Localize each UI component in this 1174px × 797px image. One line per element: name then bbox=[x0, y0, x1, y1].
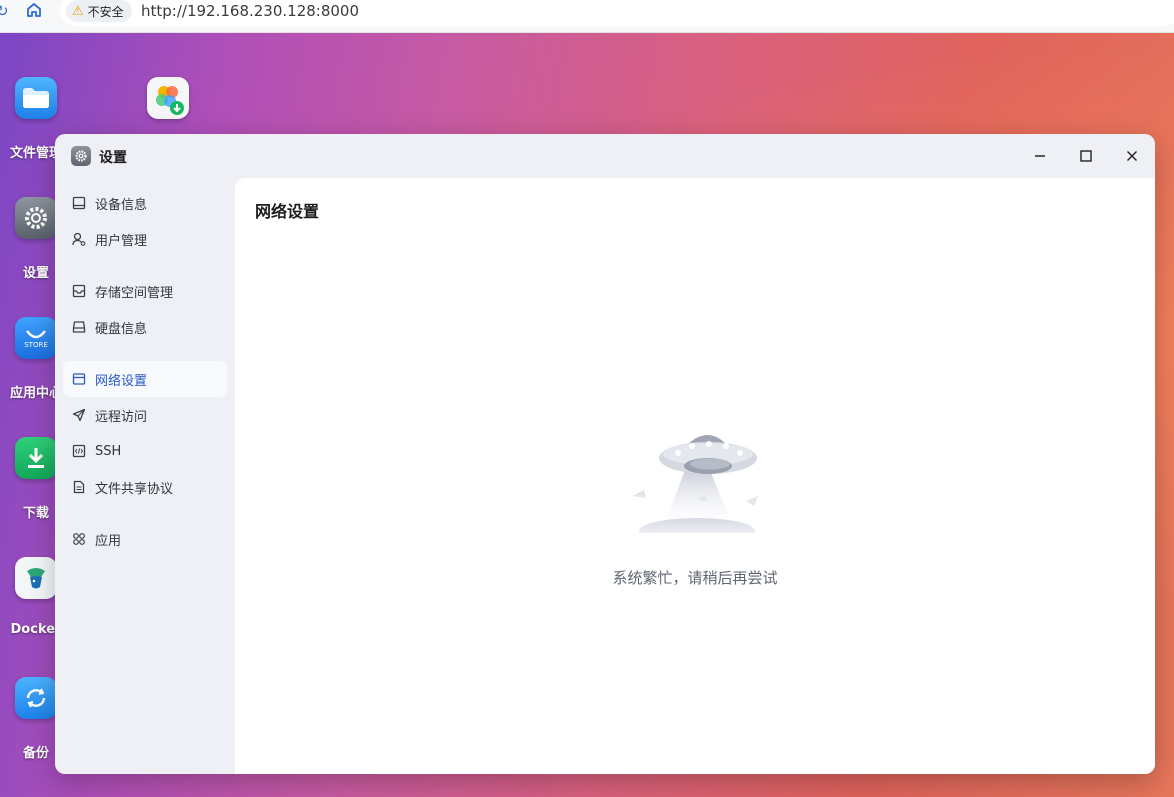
sidebar-item-user-management[interactable]: 用户管理 bbox=[63, 221, 227, 257]
settings-sidebar: 设备信息 用户管理 存储空间管理 硬盘信息 网络设置 远程访问 SSH 文件共享… bbox=[55, 178, 235, 774]
warning-icon: ⚠ bbox=[72, 3, 84, 19]
settings-gear-icon bbox=[15, 197, 57, 239]
network-icon bbox=[72, 373, 86, 385]
sidebar-item-apps[interactable]: 应用 bbox=[63, 521, 227, 557]
document-icon bbox=[73, 480, 85, 494]
desktop-icon-photos[interactable] bbox=[131, 77, 205, 142]
window-title: 设置 bbox=[99, 150, 127, 166]
sidebar-item-label: 文件共享协议 bbox=[95, 481, 174, 497]
sidebar-item-label: 存储空间管理 bbox=[95, 285, 174, 301]
security-label: 不安全 bbox=[87, 4, 124, 19]
sidebar-item-label: 设备信息 bbox=[95, 197, 148, 213]
page-title: 网络设置 bbox=[255, 202, 320, 221]
docker-icon bbox=[15, 557, 57, 599]
sidebar-item-storage[interactable]: 存储空间管理 bbox=[63, 273, 227, 309]
download-icon bbox=[15, 437, 57, 479]
send-icon bbox=[72, 408, 86, 422]
backup-icon bbox=[15, 677, 57, 719]
sidebar-item-label: 网络设置 bbox=[95, 373, 148, 389]
maximize-icon bbox=[1080, 147, 1092, 166]
sidebar-item-file-sharing[interactable]: 文件共享协议 bbox=[63, 469, 227, 505]
maximize-button[interactable] bbox=[1075, 145, 1097, 167]
photos-app-icon bbox=[147, 77, 189, 119]
sidebar-item-label: SSH bbox=[95, 443, 122, 459]
sidebar-item-device-info[interactable]: 设备信息 bbox=[63, 185, 227, 221]
url-text[interactable]: http://192.168.230.128:8000 bbox=[141, 2, 359, 20]
reload-icon[interactable]: ↻ bbox=[0, 2, 9, 20]
sidebar-item-network-settings[interactable]: 网络设置 bbox=[63, 361, 227, 397]
apps-grid-icon bbox=[73, 533, 85, 545]
svg-text:STORE: STORE bbox=[24, 341, 48, 349]
storage-icon bbox=[72, 284, 86, 298]
user-icon bbox=[72, 232, 86, 246]
window-titlebar[interactable]: 设置 bbox=[55, 134, 1155, 178]
address-bar[interactable]: ⚠ 不安全 http://192.168.230.128:8000 bbox=[60, 0, 1174, 26]
ufo-empty-state-icon bbox=[630, 428, 765, 544]
settings-app-icon bbox=[71, 146, 91, 166]
minimize-icon bbox=[1034, 147, 1046, 166]
sidebar-item-label: 应用 bbox=[95, 533, 122, 549]
sidebar-item-disk-info[interactable]: 硬盘信息 bbox=[63, 309, 227, 345]
device-icon bbox=[72, 196, 86, 210]
minimize-button[interactable] bbox=[1029, 145, 1051, 167]
close-icon bbox=[1126, 147, 1138, 166]
disk-icon bbox=[72, 321, 86, 333]
main-content: 网络设置 系统繁忙，请稍后再尝试 bbox=[235, 178, 1155, 774]
browser-toolbar: ↻ ⚠ 不安全 http://192.168.230.128:8000 bbox=[0, 0, 1174, 33]
code-icon bbox=[72, 444, 86, 458]
sidebar-item-remote-access[interactable]: 远程访问 bbox=[63, 397, 227, 433]
close-button[interactable] bbox=[1121, 145, 1143, 167]
sidebar-item-label: 远程访问 bbox=[95, 409, 148, 425]
sidebar-item-label: 硬盘信息 bbox=[95, 321, 148, 337]
folder-icon bbox=[15, 77, 57, 119]
empty-state-message: 系统繁忙，请稍后再尝试 bbox=[612, 569, 778, 587]
settings-window: 设置 设备信息 用户管理 存储空间管理 硬盘信息 网络设置 远程访问 SSH 文… bbox=[55, 134, 1155, 774]
store-icon: STORE bbox=[15, 317, 57, 359]
home-icon[interactable] bbox=[25, 1, 43, 19]
security-indicator[interactable]: ⚠ 不安全 bbox=[66, 0, 132, 22]
sidebar-item-ssh[interactable]: SSH bbox=[63, 433, 227, 469]
sidebar-item-label: 用户管理 bbox=[95, 233, 148, 249]
